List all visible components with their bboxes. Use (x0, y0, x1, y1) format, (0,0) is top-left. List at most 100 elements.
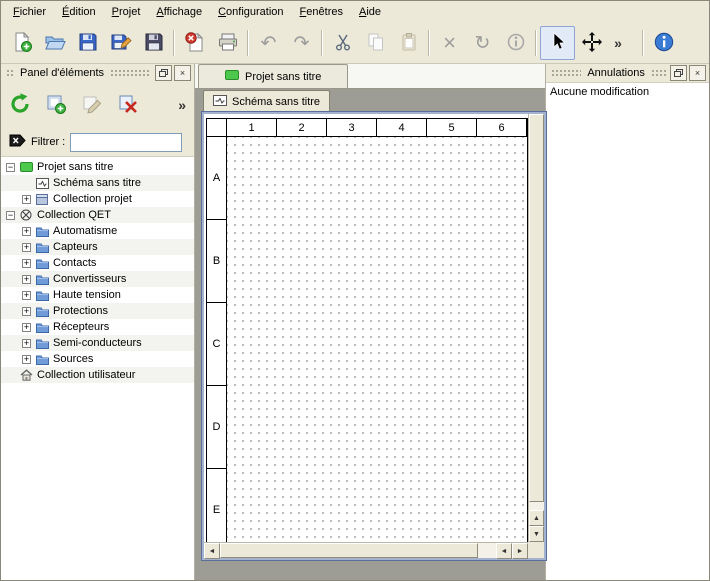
tree-item-sources[interactable]: + Sources (1, 351, 194, 367)
menu-affichage[interactable]: Affichage (148, 3, 210, 21)
menu-bar: Fichier Édition Projet Affichage Configu… (1, 1, 709, 23)
toolbar-overflow-button[interactable]: » (608, 27, 628, 59)
horizontal-scroll-thumb[interactable] (220, 543, 478, 558)
ruler-column: 5 (427, 119, 477, 137)
scroll-down-button[interactable]: ▼ (529, 526, 544, 542)
save-all-button[interactable] (137, 27, 170, 59)
expand-icon[interactable]: + (22, 291, 31, 300)
undo-button[interactable]: ↶ (252, 27, 285, 59)
menu-projet[interactable]: Projet (104, 3, 149, 21)
info-disabled-button[interactable] (499, 27, 532, 59)
scroll-up-button[interactable]: ▲ (529, 510, 544, 526)
tree-item-label: Automatisme (53, 225, 117, 237)
chevron-double-right-icon: » (614, 35, 622, 51)
toolbar-separator (173, 30, 175, 56)
dock-float-button[interactable] (670, 65, 687, 81)
expand-icon[interactable]: + (22, 243, 31, 252)
tree-item-contacts[interactable]: + Contacts (1, 255, 194, 271)
dock-float-button[interactable] (155, 65, 172, 81)
tree-item-haute-tension[interactable]: + Haute tension (1, 287, 194, 303)
tree-item-protections[interactable]: + Protections (1, 303, 194, 319)
redo-icon: ↷ (294, 34, 310, 53)
reload-collection-button[interactable] (5, 90, 35, 120)
new-file-button[interactable] (5, 27, 38, 59)
select-tool-button[interactable] (540, 26, 575, 60)
ruler-column: 2 (277, 119, 327, 137)
vertical-scroll-thumb[interactable] (529, 114, 544, 502)
horizontal-scroll-track[interactable] (220, 543, 496, 558)
delete-element-button[interactable] (113, 90, 143, 120)
save-button[interactable] (71, 27, 104, 59)
dock-drag-handle[interactable] (6, 69, 14, 77)
collapse-icon[interactable]: − (6, 163, 15, 172)
save-as-button[interactable] (104, 27, 137, 59)
tab-project[interactable]: Projet sans titre (198, 64, 348, 88)
ruler-row: C (207, 303, 227, 386)
menu-edition[interactable]: Édition (54, 3, 104, 21)
tree-item-schema[interactable]: Schéma sans titre (1, 175, 194, 191)
panel-toolbar-overflow-button[interactable]: » (178, 97, 186, 113)
new-element-button[interactable] (41, 90, 71, 120)
undo-icon: ↶ (261, 34, 277, 53)
horizontal-scrollbar: ◄ ◄ ► (204, 542, 528, 558)
tree-item-collection-qet[interactable]: − Collection QET (1, 207, 194, 223)
main-toolbar: ↶ ↷ × ↻ » (1, 23, 709, 64)
tree-item-automatisme[interactable]: + Automatisme (1, 223, 194, 239)
tree-item-semi-conducteurs[interactable]: + Semi-conducteurs (1, 335, 194, 351)
paste-button[interactable] (392, 27, 425, 59)
tab-schema[interactable]: Schéma sans titre (203, 90, 330, 112)
diagram-grid[interactable] (227, 137, 527, 542)
tree-item-label: Sources (53, 353, 93, 365)
dock-close-button[interactable]: × (689, 65, 706, 81)
open-file-button[interactable] (38, 27, 71, 59)
menu-aide[interactable]: Aide (351, 3, 389, 21)
menu-configuration[interactable]: Configuration (210, 3, 291, 21)
delete-button[interactable]: × (433, 27, 466, 59)
tree-item-project[interactable]: − Projet sans titre (1, 159, 194, 175)
application-window: Fichier Édition Projet Affichage Configu… (0, 0, 710, 581)
dock-drag-handle[interactable] (110, 69, 151, 77)
expand-icon[interactable]: + (22, 275, 31, 284)
menu-fenetres[interactable]: Fenêtres (292, 3, 351, 21)
scroll-left-button[interactable]: ◄ (204, 543, 220, 559)
diagram-viewport[interactable]: 1 2 3 4 5 6 A B C D E (204, 114, 528, 542)
expand-icon[interactable]: + (22, 259, 31, 268)
scroll-right-button[interactable]: ► (512, 543, 528, 559)
expand-icon[interactable]: + (22, 355, 31, 364)
vertical-scroll-track[interactable] (529, 114, 544, 510)
close-file-button[interactable] (178, 27, 211, 59)
tree-item-collection-projet[interactable]: + Collection projet (1, 191, 194, 207)
expand-icon[interactable]: + (22, 227, 31, 236)
expand-icon[interactable]: + (22, 339, 31, 348)
rotate-button[interactable]: ↻ (466, 27, 499, 59)
copy-button[interactable] (359, 27, 392, 59)
undo-history-list[interactable]: Aucune modification (546, 82, 709, 580)
folder-icon (35, 226, 49, 237)
redo-button[interactable]: ↷ (285, 27, 318, 59)
dock-drag-handle[interactable] (551, 69, 581, 77)
menu-fichier[interactable]: Fichier (5, 3, 54, 21)
about-button[interactable] (647, 27, 680, 59)
tree-item-collection-utilisateur[interactable]: Collection utilisateur (1, 367, 194, 383)
edit-element-button[interactable] (77, 90, 107, 120)
dock-drag-handle[interactable] (651, 69, 666, 77)
filter-input[interactable] (70, 133, 182, 152)
dock-close-button[interactable]: × (174, 65, 191, 81)
tree-item-recepteurs[interactable]: + Récepteurs (1, 319, 194, 335)
clear-filter-icon[interactable] (9, 134, 26, 150)
scrollbar-corner (528, 542, 544, 558)
expand-icon[interactable]: + (22, 307, 31, 316)
collapse-icon[interactable]: − (6, 211, 15, 220)
project-icon (19, 162, 33, 172)
ruler-column: 3 (327, 119, 377, 137)
move-tool-button[interactable] (575, 27, 608, 59)
ruler-row: D (207, 386, 227, 469)
tree-item-capteurs[interactable]: + Capteurs (1, 239, 194, 255)
expand-icon[interactable]: + (22, 323, 31, 332)
tree-item-convertisseurs[interactable]: + Convertisseurs (1, 271, 194, 287)
cut-button[interactable] (326, 27, 359, 59)
expand-icon[interactable]: + (22, 195, 31, 204)
scroll-left-button-2[interactable]: ◄ (496, 543, 512, 559)
print-button[interactable] (211, 27, 244, 59)
tree-item-label: Capteurs (53, 241, 98, 253)
